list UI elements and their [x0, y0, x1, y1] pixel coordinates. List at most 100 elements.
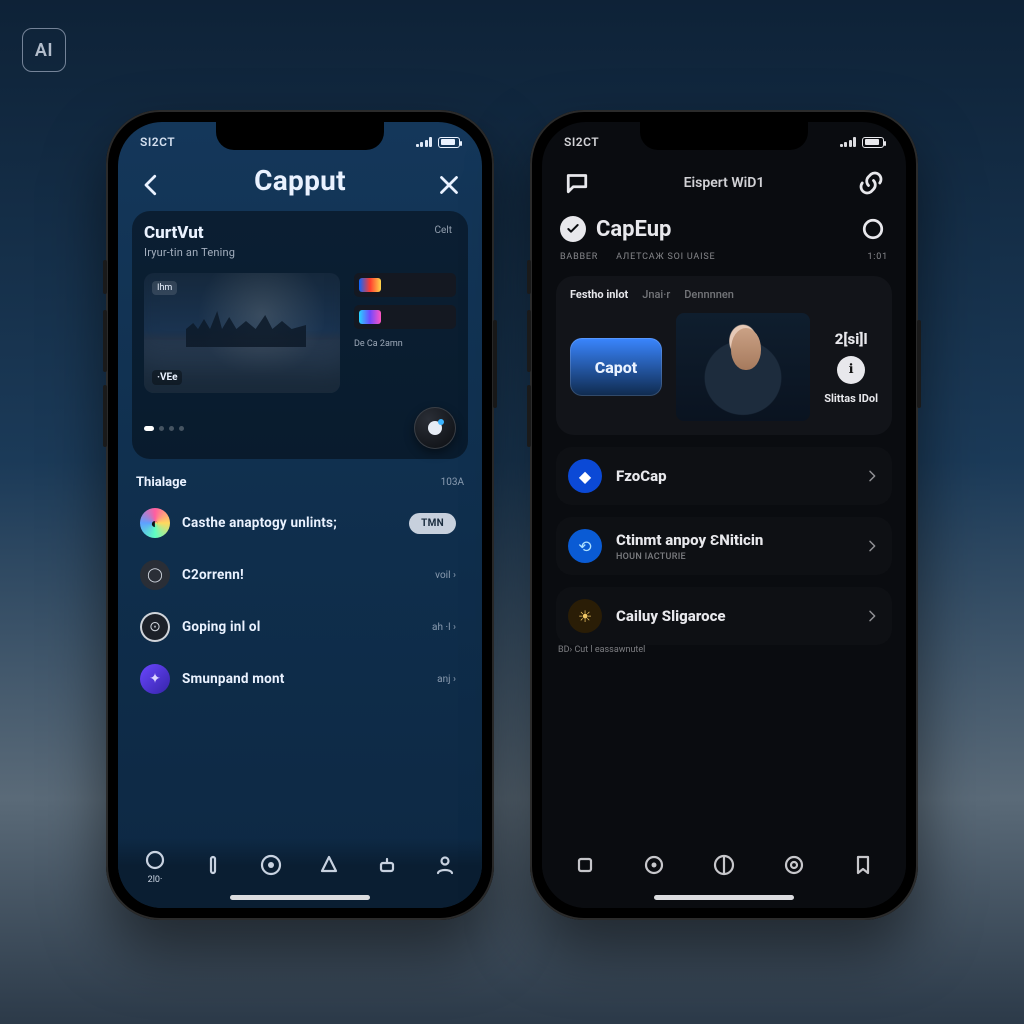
- side-button: [103, 310, 107, 372]
- tab-item[interactable]: [317, 853, 341, 880]
- home-indicator: [230, 895, 370, 900]
- thumb-duration: ·VEe: [152, 370, 182, 385]
- video-thumbnail[interactable]: Ihm ·VEe: [144, 273, 340, 393]
- tab-icon: [259, 853, 283, 877]
- category-tab[interactable]: BАВBER: [560, 252, 598, 262]
- clip-swatch: [359, 278, 381, 292]
- feature-tab-active[interactable]: Festho inlot: [570, 288, 628, 301]
- chat-button[interactable]: [562, 168, 592, 198]
- brand-name: CapEup: [596, 217, 671, 242]
- explore-icon: [642, 853, 666, 877]
- header: Eispert WiD1: [542, 162, 906, 208]
- side-button: [527, 385, 531, 447]
- feature-card[interactable]: Festho inlot Jnai·r Dennnnen Capot 2[si]…: [556, 276, 892, 435]
- list-item[interactable]: ⟲ Ctinmt anpoy ƐNiticinHOUN IACTURIE: [556, 517, 892, 575]
- featured-meta: Celt: [434, 225, 452, 236]
- item-meta: ah ·l ›: [432, 622, 456, 633]
- link-icon: [856, 168, 886, 198]
- card-footer: [144, 407, 456, 449]
- item-meta: anj ›: [437, 674, 456, 685]
- avatar-icon: ℹ: [837, 356, 865, 384]
- tab-icon: [375, 853, 399, 877]
- tab-item[interactable]: [433, 853, 457, 880]
- list-item[interactable]: ◆ FzoCap: [556, 447, 892, 505]
- chat-icon: [562, 168, 592, 198]
- feature-tabs: Festho inlot Jnai·r Dennnnen: [570, 288, 878, 301]
- tab-item[interactable]: [851, 853, 875, 880]
- close-button[interactable]: [434, 170, 464, 200]
- tab-item[interactable]: [573, 853, 597, 880]
- list-item[interactable]: ◐ Casthe anaptogy unlints; TMN: [134, 500, 466, 546]
- chevron-right-icon: [864, 538, 880, 554]
- tool-list: ◆ FzoCap ⟲ Ctinmt anpoy ƐNiticinHOUN IAC…: [542, 435, 906, 645]
- status-icons: [840, 137, 885, 148]
- item-icon: ◆: [568, 459, 602, 493]
- notch: [640, 122, 808, 150]
- item-icon: ⟲: [568, 529, 602, 563]
- feature-chip[interactable]: Capot: [570, 338, 662, 396]
- clip-item[interactable]: [354, 305, 456, 329]
- tab-icon: [201, 853, 225, 877]
- video-row: Ihm ·VEe De Ca 2amn: [144, 273, 456, 393]
- side-clips: De Ca 2amn: [354, 273, 456, 393]
- chevron-right-icon: [864, 468, 880, 484]
- page-title: Eispert WiD1: [684, 175, 765, 191]
- list-item[interactable]: ✦ Smunpand mont anj ›: [134, 656, 466, 702]
- tab-item[interactable]: [712, 853, 736, 880]
- feature-tab[interactable]: Dennnnen: [684, 288, 734, 301]
- list-item[interactable]: ◯ C2orrenn! voil ›: [134, 552, 466, 598]
- play-icon: [428, 421, 442, 435]
- brand-row: CapEup: [542, 208, 906, 248]
- tab-item[interactable]: [201, 853, 225, 880]
- chip-label: Capot: [595, 358, 638, 377]
- tab-label: 2l0·: [148, 875, 163, 885]
- tab-icon: [143, 848, 167, 872]
- arrow-left-icon: [136, 170, 166, 200]
- item-label: Smunpand mont: [182, 671, 425, 687]
- brand-logo: [560, 216, 586, 242]
- side-button: [527, 260, 531, 294]
- stage: SI2CT Capput CurtVut Iryur-tin an Tening: [0, 0, 1024, 1024]
- featured-card[interactable]: CurtVut Iryur-tin an Tening Celt Ihm ·VE…: [132, 211, 468, 459]
- feature-tab[interactable]: Jnai·r: [642, 288, 670, 301]
- screen-left: SI2CT Capput CurtVut Iryur-tin an Tening: [118, 122, 482, 908]
- page-dots[interactable]: [144, 426, 184, 431]
- list-item[interactable]: ☀ Cailuy Sligaroce: [556, 587, 892, 645]
- tab-item[interactable]: 2l0·: [143, 848, 167, 885]
- item-label: Ctinmt anpoy ƐNiticinHOUN IACTURIE: [616, 531, 850, 562]
- play-button[interactable]: [414, 407, 456, 449]
- item-label: Casthe anaptogy unlints;: [182, 515, 397, 531]
- section-more[interactable]: 103A: [441, 477, 464, 488]
- status-time: SI2CT: [564, 135, 599, 149]
- side-button: [103, 260, 107, 294]
- item-badge[interactable]: TMN: [409, 513, 456, 534]
- side-button: [527, 310, 531, 372]
- tab-item[interactable]: [782, 853, 806, 880]
- feature-meta: 2[si]l ℹ Slittas IDol: [824, 330, 878, 405]
- link-button[interactable]: [856, 168, 886, 198]
- feature-image: [676, 313, 810, 421]
- back-button[interactable]: [136, 170, 166, 200]
- screen-right: SI2CT Eispert WiD1 CapEup: [542, 122, 906, 908]
- signal-icon: [840, 137, 857, 147]
- side-button: [917, 320, 921, 408]
- circle-icon: [858, 214, 888, 244]
- options-button[interactable]: [858, 214, 888, 244]
- home-indicator: [654, 895, 794, 900]
- battery-icon: [438, 137, 460, 148]
- home-icon: [573, 853, 597, 877]
- list-item[interactable]: ⊙ Goping inl ol ah ·l ›: [134, 604, 466, 650]
- category-meta: 1:01: [867, 252, 888, 262]
- check-icon: [565, 221, 581, 237]
- clip-item[interactable]: [354, 273, 456, 297]
- tab-icon: [317, 853, 341, 877]
- item-meta: voil ›: [435, 570, 456, 581]
- feature-meta-primary: 2[si]l: [835, 330, 868, 348]
- category-tab[interactable]: АЛЕТСАЖ SOI UAІSE: [616, 252, 715, 262]
- tab-item[interactable]: [642, 853, 666, 880]
- tab-item[interactable]: [259, 853, 283, 880]
- feature-body: Capot 2[si]l ℹ Slittas IDol: [570, 313, 878, 421]
- clip-swatch: [359, 310, 381, 324]
- phone-left: SI2CT Capput CurtVut Iryur-tin an Tening: [106, 110, 494, 920]
- tab-item[interactable]: [375, 853, 399, 880]
